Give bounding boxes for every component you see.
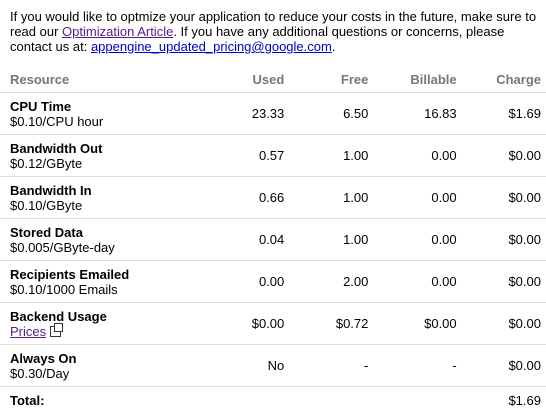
table-row: Always On $0.30/Day No - - $0.00 bbox=[0, 345, 546, 387]
billing-header-row: Resource Used Free Billable Charge bbox=[0, 67, 546, 93]
used-value: 0.57 bbox=[213, 135, 284, 177]
free-value: 1.00 bbox=[284, 135, 368, 177]
resource-cell: CPU Time $0.10/CPU hour bbox=[0, 93, 213, 135]
billable-value: 0.00 bbox=[368, 177, 456, 219]
used-value: No bbox=[213, 345, 284, 387]
resource-name: Backend Usage bbox=[10, 309, 213, 324]
billable-value: - bbox=[368, 345, 456, 387]
resource-name: CPU Time bbox=[10, 99, 213, 114]
resource-rate: $0.10/1000 Emails bbox=[10, 282, 213, 297]
resource-cell: Bandwidth In $0.10/GByte bbox=[0, 177, 213, 219]
header-free: Free bbox=[284, 67, 368, 93]
billable-value: 0.00 bbox=[368, 219, 456, 261]
table-row: Bandwidth Out $0.12/GByte 0.57 1.00 0.00… bbox=[0, 135, 546, 177]
backend-prices-link[interactable]: Prices bbox=[10, 324, 46, 339]
total-used-empty bbox=[213, 387, 284, 413]
used-value: 0.04 bbox=[213, 219, 284, 261]
total-label: Total: bbox=[0, 387, 213, 413]
free-value: - bbox=[284, 345, 368, 387]
free-value: $0.72 bbox=[284, 303, 368, 345]
billable-value: $0.00 bbox=[368, 303, 456, 345]
used-value: 0.66 bbox=[213, 177, 284, 219]
table-row: CPU Time $0.10/CPU hour 23.33 6.50 16.83… bbox=[0, 93, 546, 135]
resource-rate: $0.10/GByte bbox=[10, 198, 213, 213]
resource-cell: Backend Usage Prices bbox=[0, 303, 213, 345]
resource-name: Always On bbox=[10, 351, 213, 366]
total-billable-empty bbox=[368, 387, 456, 413]
charge-value: $0.00 bbox=[457, 135, 546, 177]
contact-email-link[interactable]: appengine_updated_pricing@google.com bbox=[91, 39, 332, 54]
billable-value: 0.00 bbox=[368, 135, 456, 177]
resource-rate: $0.10/CPU hour bbox=[10, 114, 213, 129]
total-row: Total: $1.69 bbox=[0, 387, 546, 413]
resource-rate: Prices bbox=[10, 324, 213, 339]
free-value: 1.00 bbox=[284, 177, 368, 219]
used-value: $0.00 bbox=[213, 303, 284, 345]
charge-value: $1.69 bbox=[457, 93, 546, 135]
used-value: 0.00 bbox=[213, 261, 284, 303]
free-value: 1.00 bbox=[284, 219, 368, 261]
total-free-empty bbox=[284, 387, 368, 413]
resource-name: Recipients Emailed bbox=[10, 267, 213, 282]
resource-cell: Stored Data $0.005/GByte-day bbox=[0, 219, 213, 261]
billing-table: Resource Used Free Billable Charge CPU T… bbox=[0, 67, 546, 413]
header-billable: Billable bbox=[368, 67, 456, 93]
total-charge: $1.69 bbox=[457, 387, 546, 413]
free-value: 2.00 bbox=[284, 261, 368, 303]
resource-cell: Always On $0.30/Day bbox=[0, 345, 213, 387]
table-row: Recipients Emailed $0.10/1000 Emails 0.0… bbox=[0, 261, 546, 303]
charge-value: $0.00 bbox=[457, 219, 546, 261]
intro-text-end: . bbox=[332, 39, 336, 54]
table-row: Stored Data $0.005/GByte-day 0.04 1.00 0… bbox=[0, 219, 546, 261]
charge-value: $0.00 bbox=[457, 303, 546, 345]
free-value: 6.50 bbox=[284, 93, 368, 135]
charge-value: $0.00 bbox=[457, 261, 546, 303]
pricing-intro: If you would like to optmize your applic… bbox=[10, 9, 540, 54]
optimization-article-link[interactable]: Optimization Article bbox=[62, 24, 173, 39]
charge-value: $0.00 bbox=[457, 177, 546, 219]
external-link-icon[interactable] bbox=[50, 326, 61, 337]
billable-value: 0.00 bbox=[368, 261, 456, 303]
resource-name: Stored Data bbox=[10, 225, 213, 240]
billable-value: 16.83 bbox=[368, 93, 456, 135]
resource-name: Bandwidth Out bbox=[10, 141, 213, 156]
header-used: Used bbox=[213, 67, 284, 93]
table-row: Backend Usage Prices $0.00 $0.72 $0.00 $… bbox=[0, 303, 546, 345]
resource-rate: $0.30/Day bbox=[10, 366, 213, 381]
resource-rate: $0.005/GByte-day bbox=[10, 240, 213, 255]
header-resource: Resource bbox=[0, 67, 213, 93]
resource-cell: Recipients Emailed $0.10/1000 Emails bbox=[0, 261, 213, 303]
resource-cell: Bandwidth Out $0.12/GByte bbox=[0, 135, 213, 177]
resource-rate: $0.12/GByte bbox=[10, 156, 213, 171]
resource-name: Bandwidth In bbox=[10, 183, 213, 198]
used-value: 23.33 bbox=[213, 93, 284, 135]
header-charge: Charge bbox=[457, 67, 546, 93]
charge-value: $0.00 bbox=[457, 345, 546, 387]
table-row: Bandwidth In $0.10/GByte 0.66 1.00 0.00 … bbox=[0, 177, 546, 219]
